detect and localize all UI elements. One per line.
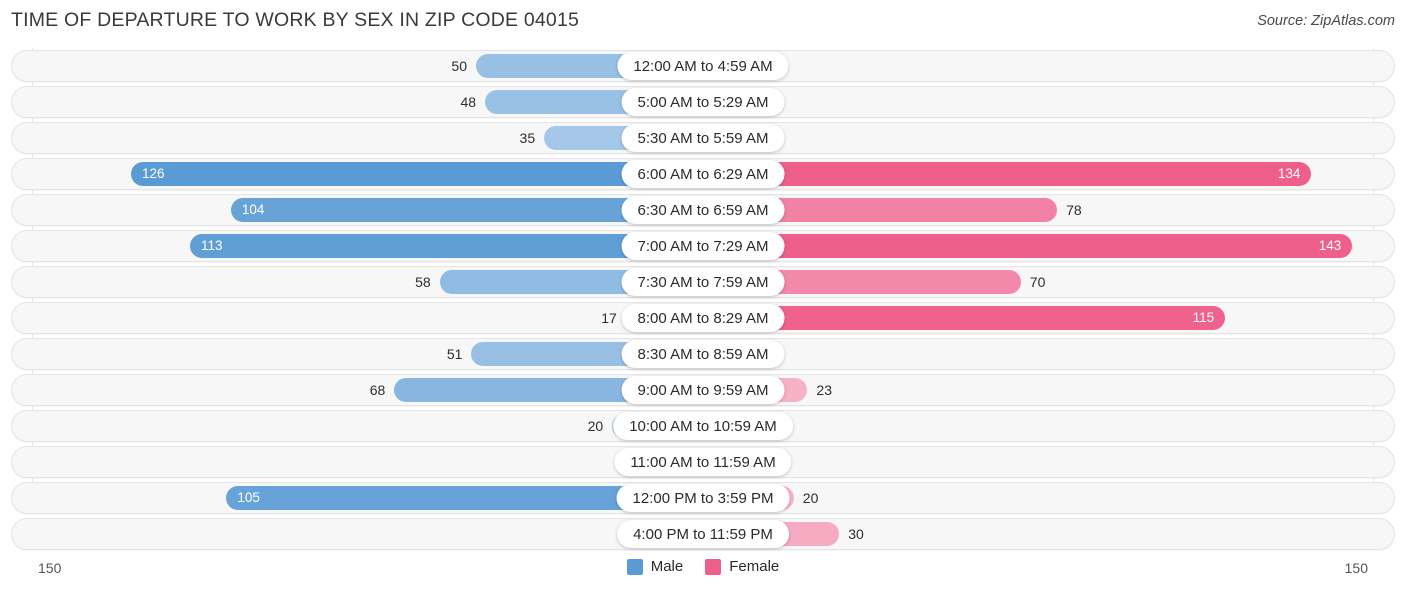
male-bar-value: 50 (451, 58, 467, 74)
chart-row[interactable]: 105 20 12:00 PM to 3:59 PM (11, 482, 1395, 514)
legend-label-female: Female (729, 558, 780, 575)
category-label: 11:00 AM to 11:59 AM (614, 448, 792, 476)
chart-row[interactable]: 5158:30 AM to 8:59 AM (11, 338, 1395, 370)
category-label: 6:00 AM to 6:29 AM (621, 160, 785, 188)
chart-page: TIME OF DEPARTURE TO WORK BY SEX IN ZIP … (0, 0, 1406, 595)
chart-row[interactable]: 50012:00 AM to 4:59 AM (11, 50, 1395, 82)
male-bar-value: 51 (446, 346, 463, 362)
male-bar-value: 104 (241, 202, 265, 218)
category-label: 6:30 AM to 6:59 AM (621, 196, 785, 224)
female-bar-value: 30 (848, 526, 864, 542)
legend-item-male[interactable]: Male (626, 558, 684, 575)
female-bar-value: 115 (1192, 310, 1215, 326)
male-bar-value: 20 (587, 418, 604, 434)
chart-row[interactable]: 58 70 7:30 AM to 7:59 AM (11, 266, 1395, 298)
category-label: 8:30 AM to 8:59 AM (621, 340, 785, 368)
chart-row[interactable]: 201010:00 AM to 10:59 AM (11, 410, 1395, 442)
male-bar-value: 58 (415, 274, 431, 290)
female-bar-value: 78 (1066, 202, 1082, 218)
female-bar-value: 134 (1277, 166, 1301, 182)
chart-row[interactable]: 68 23 9:00 AM to 9:59 AM (11, 374, 1395, 406)
male-bar-value: 35 (519, 130, 536, 146)
category-label: 5:30 AM to 5:59 AM (621, 124, 785, 152)
chart-legend: Male Female (0, 558, 1406, 575)
male-bar-value: 48 (460, 94, 477, 110)
category-label: 7:30 AM to 7:59 AM (621, 268, 785, 296)
category-label: 7:00 AM to 7:29 AM (621, 232, 785, 260)
chart-row[interactable]: 126 134 6:00 AM to 6:29 AM (11, 158, 1395, 190)
male-bar-value: 105 (237, 490, 260, 506)
female-bar[interactable]: 134 (703, 162, 1312, 186)
female-bar-value: 143 (1318, 238, 1342, 254)
legend-label-male: Male (650, 558, 684, 575)
category-label: 9:00 AM to 9:59 AM (621, 376, 785, 404)
female-bar-value: 23 (816, 382, 832, 398)
category-label: 8:00 AM to 8:29 AM (621, 304, 785, 332)
female-bar[interactable]: 143 (703, 234, 1353, 258)
chart-row[interactable]: 113 143 7:00 AM to 7:29 AM (11, 230, 1395, 262)
category-label: 12:00 PM to 3:59 PM (616, 484, 790, 512)
male-bar[interactable]: 126 (130, 162, 703, 186)
chart-plot-area: 50012:00 AM to 4:59 AM 4805:00 AM to 5:29… (0, 48, 1406, 556)
legend-swatch-female-icon (705, 558, 722, 575)
chart-row[interactable]: 0011:00 AM to 11:59 AM (11, 446, 1395, 478)
male-bar-value: 126 (141, 166, 165, 182)
chart-row[interactable]: 3505:30 AM to 5:59 AM (11, 122, 1395, 154)
female-bar-value: 70 (1029, 274, 1046, 290)
chart-row[interactable]: 104 78 6:30 AM to 6:59 AM (11, 194, 1395, 226)
male-bar-value: 113 (200, 238, 223, 254)
category-label: 12:00 AM to 4:59 AM (617, 52, 789, 80)
category-label: 10:00 AM to 10:59 AM (613, 412, 793, 440)
female-bar-value: 20 (802, 490, 819, 506)
category-label: 5:00 AM to 5:29 AM (621, 88, 785, 116)
legend-item-female[interactable]: Female (705, 558, 779, 575)
category-label: 4:00 PM to 11:59 PM (617, 520, 789, 548)
chart-row[interactable]: 17 115 8:00 AM to 8:29 AM (11, 302, 1395, 334)
source-attribution: Source: ZipAtlas.com (1257, 13, 1395, 29)
chart-row[interactable]: 4805:00 AM to 5:29 AM (11, 86, 1395, 118)
chart-row[interactable]: 12304:00 PM to 11:59 PM (11, 518, 1395, 550)
male-bar-value: 68 (369, 382, 386, 398)
legend-swatch-male-icon (626, 558, 643, 575)
page-title: TIME OF DEPARTURE TO WORK BY SEX IN ZIP … (11, 9, 580, 31)
